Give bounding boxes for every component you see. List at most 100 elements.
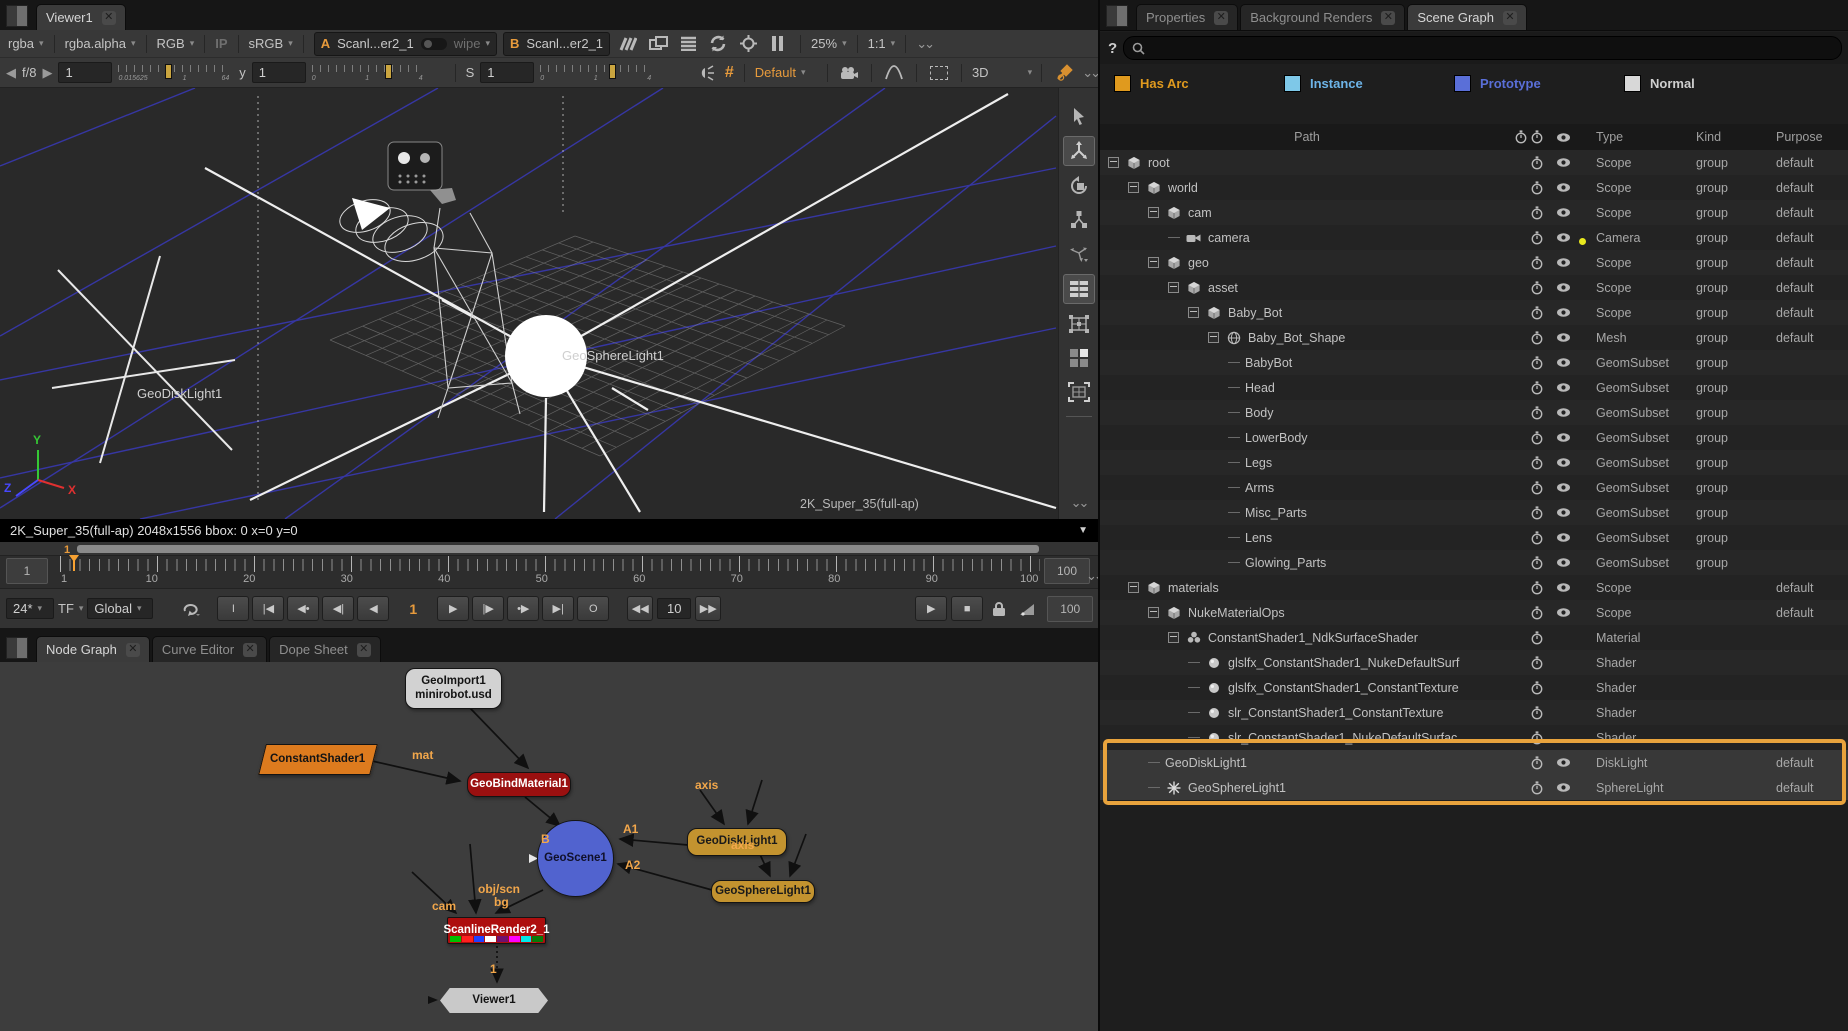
gain-input[interactable]: 1 [58,62,112,83]
ramp-icon[interactable] [1015,599,1039,619]
scene-graph-row-world[interactable]: worldScopegroupdefault [1100,175,1848,200]
loop-mode-icon[interactable] [179,599,203,619]
visibility-eye-icon[interactable] [1556,282,1584,293]
view-transform-select[interactable]: Default▾ [755,65,817,80]
timeline-ruler[interactable]: 1 1 1102030405060708090100 100 [0,555,1098,589]
expander-icon[interactable] [1188,307,1199,318]
animation-clock-icon[interactable] [1530,556,1556,570]
animation-clock-icon[interactable] [1530,631,1556,645]
column-purpose[interactable]: Purpose [1776,130,1848,144]
node-GeoImport1[interactable]: GeoImport1minirobot.usd [405,668,502,709]
column-type[interactable]: Type [1584,130,1696,144]
transport-back-button-4[interactable]: ◀ [357,596,389,621]
transport-back-button-1[interactable]: |◀ [252,596,284,621]
stop-render-icon[interactable]: ■ [951,596,983,621]
aperture-label[interactable]: f/8 [22,65,36,80]
range-scope-select[interactable]: Global▾ [87,598,153,619]
legend-prototype[interactable]: Prototype [1454,75,1614,92]
scene-graph-row-asset[interactable]: assetScopegroupdefault [1100,275,1848,300]
translate-tool-icon[interactable] [1063,136,1095,166]
visibility-eye-icon[interactable] [1556,257,1584,268]
gamma-input[interactable]: 1 [252,62,306,83]
panel-menu-icon[interactable] [6,5,28,27]
channel-select[interactable]: RGB▾ [157,36,195,51]
scene-graph-row-LowerBody[interactable]: LowerBodyGeomSubsetgroup [1100,425,1848,450]
eyedropper-icon[interactable] [1052,63,1076,83]
collapse-toolbar-icon[interactable]: ⌄⌄ [916,36,932,52]
close-icon[interactable]: ✕ [357,643,371,657]
tab-background-renders[interactable]: Background Renders✕ [1240,4,1405,30]
playback-mode-icon[interactable]: ▶ [915,596,947,621]
visibility-eye-icon[interactable] [1556,557,1584,568]
timeline-in-box[interactable]: 1 [6,558,48,584]
transport-back-button-2[interactable]: ◀• [287,596,319,621]
visibility-eye-icon[interactable] [1556,782,1584,793]
tab-dope-sheet[interactable]: Dope Sheet✕ [269,636,381,662]
visibility-eye-icon[interactable] [1556,607,1584,618]
legend-has-arc[interactable]: Has Arc [1114,75,1274,92]
wipe-select[interactable]: wipe▾ [454,36,490,51]
gain-slider[interactable]: 0.015625164 [118,63,229,83]
tab-curve-editor[interactable]: Curve Editor✕ [152,636,267,662]
visibility-eye-icon[interactable] [1556,207,1584,218]
close-icon[interactable]: ✕ [243,643,257,657]
legend-instance[interactable]: Instance [1284,75,1444,92]
alpha-layer-select[interactable]: rgba.alpha▾ [65,36,136,51]
visibility-eye-icon[interactable] [1556,457,1584,468]
node-GeoBindMaterial1[interactable]: GeoBindMaterial1 [467,772,571,797]
expander-icon[interactable] [1208,332,1219,343]
refresh-icon[interactable] [706,34,730,54]
scene-graph-row-root[interactable]: rootScopegroupdefault [1100,150,1848,175]
animation-clock-icon[interactable] [1530,431,1556,445]
timeline-playhead[interactable] [73,556,75,571]
grid-toggle[interactable]: # [725,64,734,82]
camera-icon[interactable] [838,63,862,83]
animation-clock-icon[interactable] [1530,406,1556,420]
input-a-value[interactable]: Scanl...er2_1 [337,36,414,51]
node-Viewer1[interactable]: Viewer1 [440,988,548,1013]
collapse-toolbar2-icon[interactable]: ⌄⌄ [1082,65,1098,81]
visibility-eye-icon[interactable] [1556,157,1584,168]
close-icon[interactable]: ✕ [1381,11,1395,25]
panel-menu-icon[interactable] [6,637,28,659]
visibility-eye-icon[interactable] [1556,307,1584,318]
scene-graph-row-Legs[interactable]: LegsGeomSubsetgroup [1100,450,1848,475]
expander-icon[interactable] [1148,207,1159,218]
animation-clock-icon[interactable] [1530,531,1556,545]
pause-icon[interactable] [766,34,790,54]
animation-clock-icon[interactable] [1530,581,1556,595]
roi-icon[interactable] [736,34,760,54]
align-tool-icon[interactable] [1063,274,1095,304]
input-a-button[interactable]: A [321,36,330,51]
frame-increment-input[interactable]: 10 [657,598,691,619]
visibility-eye-icon[interactable] [1556,532,1584,543]
node-ConstantShader1[interactable]: ConstantShader1 [258,744,378,775]
tab-viewer1[interactable]: Viewer1 ✕ [36,4,126,30]
lens-curve-icon[interactable] [882,63,906,83]
legend-normal[interactable]: Normal [1624,75,1784,92]
scene-graph-row-Baby_Bot[interactable]: Baby_BotScopegroupdefault [1100,300,1848,325]
scene-graph-row-BabyBot[interactable]: BabyBotGeomSubsetgroup [1100,350,1848,375]
scene-graph-row-Glowing_Parts[interactable]: Glowing_PartsGeomSubsetgroup [1100,550,1848,575]
panel-menu-icon[interactable] [1106,5,1128,27]
node-GeoSphereLight1[interactable]: GeoSphereLight1 [711,880,815,903]
marquee-select-icon[interactable] [927,63,951,83]
scene-graph-row-glslfx_ConstantShader1_NukeDefaultSurf[interactable]: glslfx_ConstantShader1_NukeDefaultSurfSh… [1100,650,1848,675]
split-view-icon[interactable] [1064,344,1094,372]
skip-forward-button[interactable]: ▶▶ [695,596,721,621]
format-dropdown-icon[interactable]: ▼ [1078,525,1088,536]
expander-icon[interactable] [1168,632,1179,643]
range-end-box[interactable]: 100 [1047,596,1093,622]
expander-icon[interactable] [1108,157,1119,168]
scene-graph-row-materials[interactable]: materialsScopedefault [1100,575,1848,600]
close-icon[interactable]: ✕ [102,11,116,25]
expander-icon[interactable] [1128,182,1139,193]
animation-clock-icon[interactable] [1530,381,1556,395]
animation-clock-icon[interactable] [1530,756,1556,770]
wipe-toggle[interactable] [421,38,447,50]
animation-clock-icon[interactable] [1530,456,1556,470]
saturation-slider[interactable]: 014 [540,63,651,83]
transport-fwd-button-0[interactable]: ▶ [437,596,469,621]
scale-tool-icon[interactable] [1064,206,1094,234]
new-viewer-icon[interactable] [646,34,670,54]
